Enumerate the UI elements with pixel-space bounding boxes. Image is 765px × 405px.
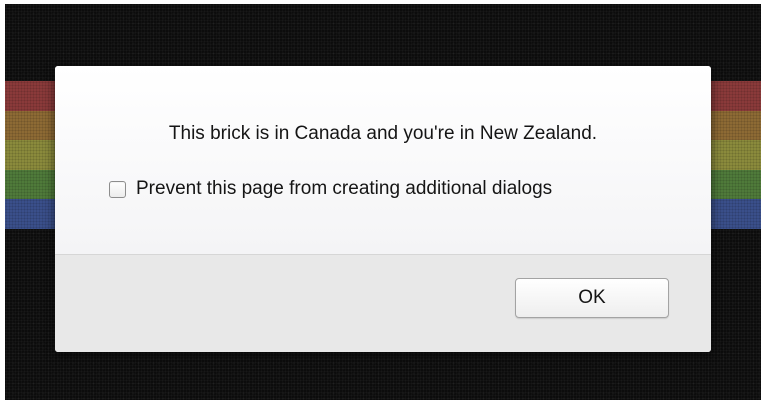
dialog-body: This brick is in Canada and you're in Ne… <box>55 66 711 255</box>
prevent-dialogs-checkbox[interactable] <box>109 180 126 198</box>
alert-dialog: This brick is in Canada and you're in Ne… <box>55 66 711 352</box>
ok-button[interactable]: OK <box>515 278 669 318</box>
dialog-footer: OK <box>55 255 711 352</box>
dialog-message: This brick is in Canada and you're in Ne… <box>168 123 598 144</box>
prevent-dialogs-label[interactable]: Prevent this page from creating addition… <box>136 178 552 200</box>
prevent-dialogs-option[interactable]: Prevent this page from creating addition… <box>109 177 552 201</box>
